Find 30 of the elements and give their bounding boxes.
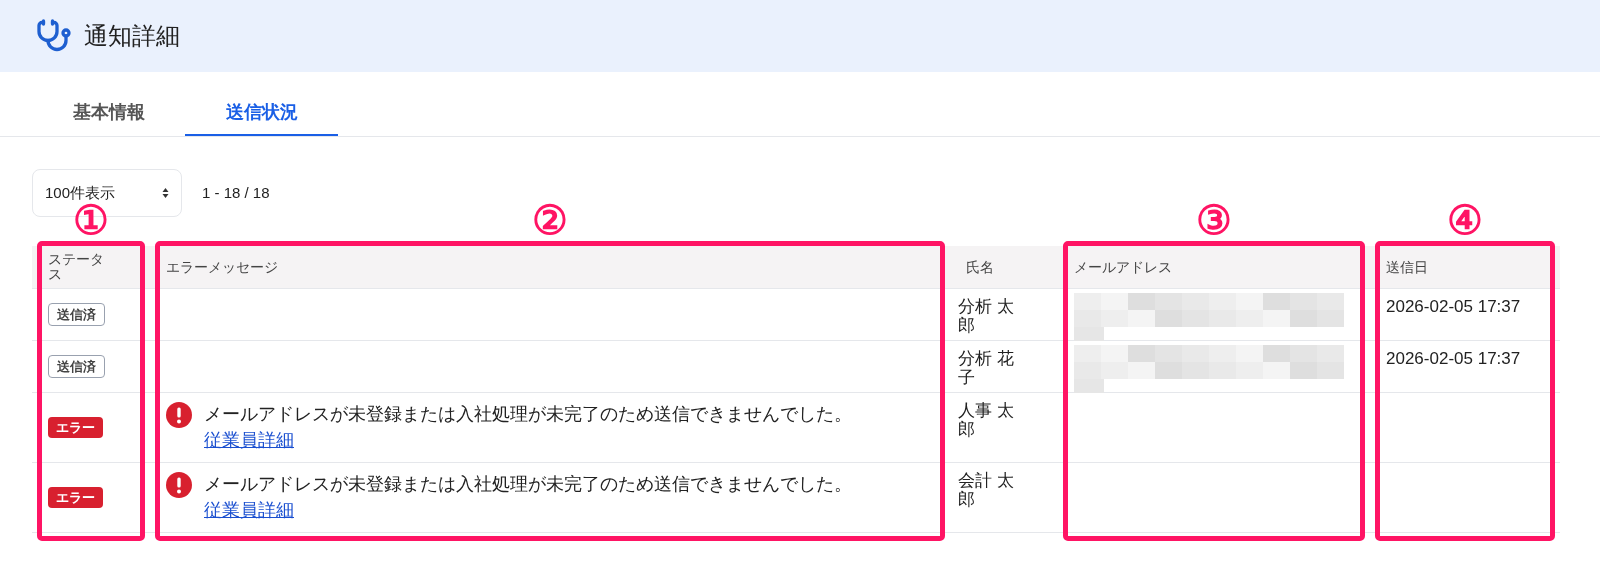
status-badge: 送信済 (48, 302, 105, 327)
tab[interactable]: 基本情報 (32, 90, 185, 136)
name-text: 分析 太郎 (958, 297, 1015, 335)
callout-number: ③ (1195, 201, 1233, 239)
sort-arrows-icon (162, 187, 169, 199)
name-text: 分析 花子 (958, 349, 1015, 387)
employee-detail-link[interactable]: 従業員詳細 (204, 500, 294, 520)
sent-date: 2026-02-05 17:37 (1386, 349, 1522, 368)
column-header: メールアドレス (1074, 259, 1172, 275)
tab[interactable]: 送信状況 (185, 90, 338, 136)
column-header: 送信日 (1386, 259, 1428, 275)
status-badge: エラー (48, 486, 103, 509)
name-text: 会計 太郎 (958, 471, 1015, 509)
name-text: 人事 太郎 (958, 401, 1015, 439)
page-title: 通知詳細 (84, 21, 180, 51)
status-badge: 送信済 (48, 354, 105, 379)
column-header: エラーメッセージ (166, 259, 278, 275)
column-header: 氏名 (966, 259, 994, 275)
column-header: ステータス (48, 252, 105, 282)
error-message: メールアドレスが未登録または入社処理が未完了のため送信できませんでした。 従業員詳細 (204, 403, 853, 452)
range-count: 1 - 18 / 18 (202, 182, 270, 203)
error-icon (166, 402, 192, 428)
status-badge: エラー (48, 416, 103, 439)
callout-number: ② (531, 201, 569, 239)
callout-number: ④ (1446, 201, 1484, 239)
employee-detail-link[interactable]: 従業員詳細 (204, 430, 294, 450)
error-icon (166, 472, 192, 498)
stethoscope-icon (36, 18, 72, 54)
sent-date: 2026-02-05 17:37 (1386, 297, 1522, 316)
error-message: メールアドレスが未登録または入社処理が未完了のため送信できませんでした。 従業員詳細 (204, 473, 853, 522)
